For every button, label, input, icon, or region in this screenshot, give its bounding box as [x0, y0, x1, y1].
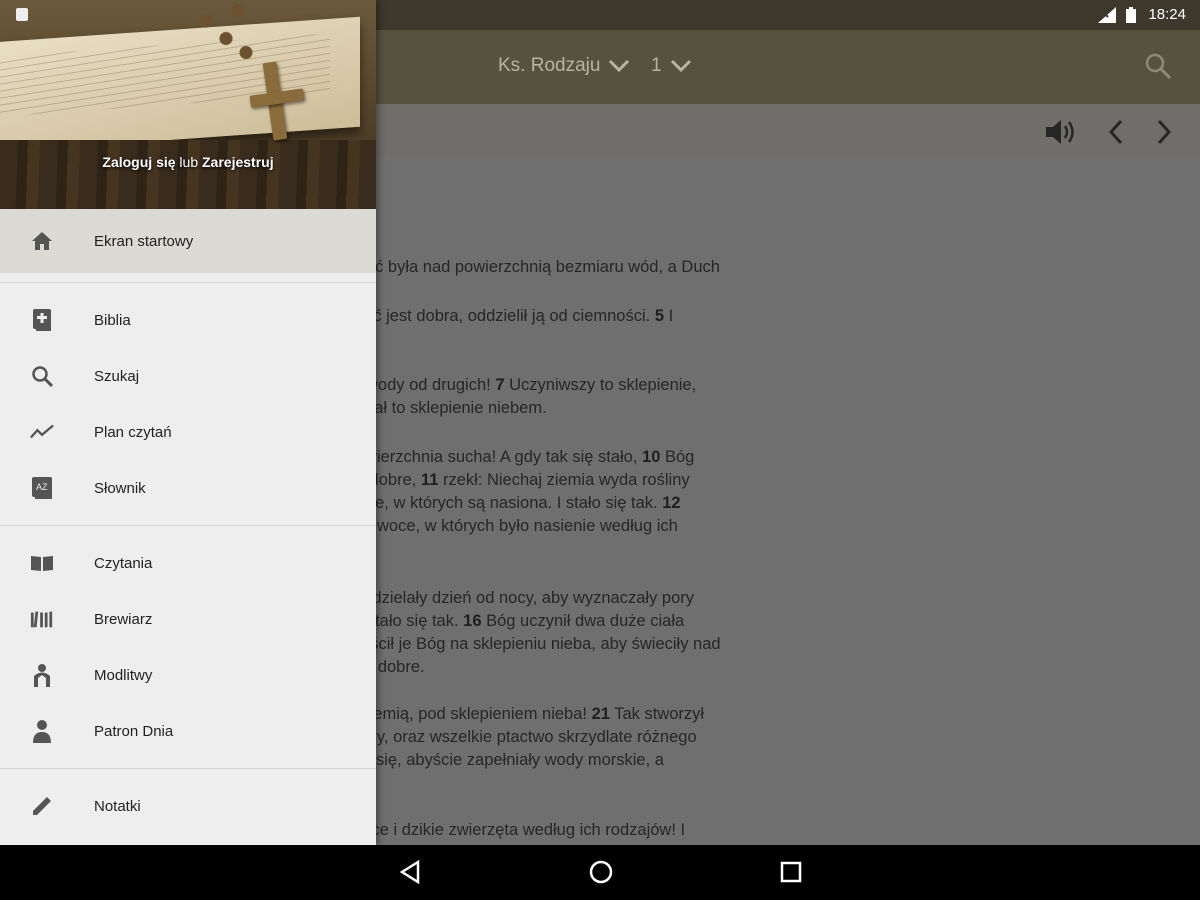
previous-chapter-button[interactable]	[1106, 119, 1126, 150]
divider	[0, 282, 376, 283]
status-icons	[1098, 7, 1136, 23]
dictionary-icon: AZ	[30, 476, 54, 500]
home-icon	[30, 229, 54, 253]
speaker-icon	[1046, 120, 1074, 144]
verse-number: 7	[495, 376, 505, 394]
chevron-down-icon	[670, 59, 691, 73]
verse-text: I umieścił je Bóg na sklepieniu nieba, a…	[320, 635, 721, 653]
menu-item-reading-plan[interactable]: Plan czytań	[0, 404, 376, 460]
open-book-icon	[30, 551, 54, 575]
drawer-header: Zaloguj się lub Zarejestruj	[0, 0, 376, 209]
verse-number: 21	[591, 705, 610, 723]
battery-icon	[1126, 7, 1136, 23]
menu-item-search[interactable]: Szukaj	[0, 348, 376, 404]
next-chapter-button[interactable]	[1154, 119, 1174, 150]
login-link[interactable]: Zaloguj się	[102, 154, 175, 170]
chevron-left-icon	[1108, 119, 1123, 145]
verse-number: 12	[662, 494, 681, 512]
search-icon	[30, 364, 54, 388]
back-button[interactable]	[398, 859, 422, 890]
menu-item-notes[interactable]: Notatki	[0, 778, 376, 834]
notification-icon	[16, 8, 28, 21]
chapter-label: 1	[651, 55, 662, 76]
menu-item-bible[interactable]: Biblia	[0, 292, 376, 348]
book-label: Ks. Rodzaju	[498, 55, 601, 76]
person-icon	[30, 719, 54, 743]
navigation-drawer: Zaloguj się lub Zarejestruj Ekran starto…	[0, 0, 376, 845]
chapter-selector[interactable]: 1	[651, 55, 692, 77]
book-selector[interactable]: Ks. Rodzaju	[498, 55, 630, 77]
trend-icon	[30, 420, 54, 444]
back-triangle-icon	[399, 859, 420, 885]
login-or: lub	[179, 154, 199, 170]
search-button[interactable]	[1144, 52, 1172, 85]
bible-icon	[30, 308, 54, 332]
divider	[0, 768, 376, 769]
pencil-icon	[30, 794, 54, 818]
chevron-down-icon	[609, 59, 630, 73]
recents-square-icon	[780, 861, 802, 883]
verse-text: Tak stworzył	[609, 705, 705, 723]
search-icon	[1145, 53, 1172, 80]
menu-item-dictionary[interactable]: AZ Słownik	[0, 460, 376, 516]
verse-text: rzekł: Niechaj ziemia wyda rośliny	[438, 471, 690, 489]
audio-button[interactable]	[1044, 118, 1078, 151]
clock: 18:24	[1148, 6, 1186, 23]
signal-icon	[1098, 7, 1116, 23]
divider	[0, 525, 376, 526]
system-nav-bar	[0, 845, 1200, 900]
menu-item-prayers[interactable]: Modlitwy	[0, 647, 376, 703]
verse-text: Bóg	[660, 448, 695, 466]
verse-number: 11	[420, 471, 439, 489]
verse-number: 16	[463, 612, 482, 630]
register-link[interactable]: Zarejestruj	[202, 154, 274, 170]
drawer-menu: Ekran startowy Biblia Szukaj Plan czytań…	[0, 209, 376, 834]
praying-icon	[30, 663, 54, 687]
rosary-beads-image	[190, 0, 270, 70]
recents-button[interactable]	[779, 859, 803, 890]
home-circle-icon	[589, 860, 613, 884]
verse-number: 10	[642, 448, 661, 466]
menu-item-readings[interactable]: Czytania	[0, 535, 376, 591]
svg-text:AZ: AZ	[36, 482, 48, 492]
menu-item-breviary[interactable]: Brewiarz	[0, 591, 376, 647]
home-button[interactable]	[588, 859, 614, 890]
menu-item-home[interactable]: Ekran startowy	[0, 209, 376, 273]
books-shelf-icon	[30, 607, 54, 631]
verse-text: Uczyniwszy to sklepienie,	[504, 376, 697, 394]
chevron-right-icon	[1157, 119, 1172, 145]
verse-number: 5	[654, 307, 664, 325]
verse-text: I	[664, 307, 674, 325]
menu-item-patron-of-the-day[interactable]: Patron Dnia	[0, 703, 376, 759]
verse-text: Bóg uczynił dwa duże ciała	[481, 612, 685, 630]
login-prompt: Zaloguj się lub Zarejestruj	[0, 154, 376, 170]
